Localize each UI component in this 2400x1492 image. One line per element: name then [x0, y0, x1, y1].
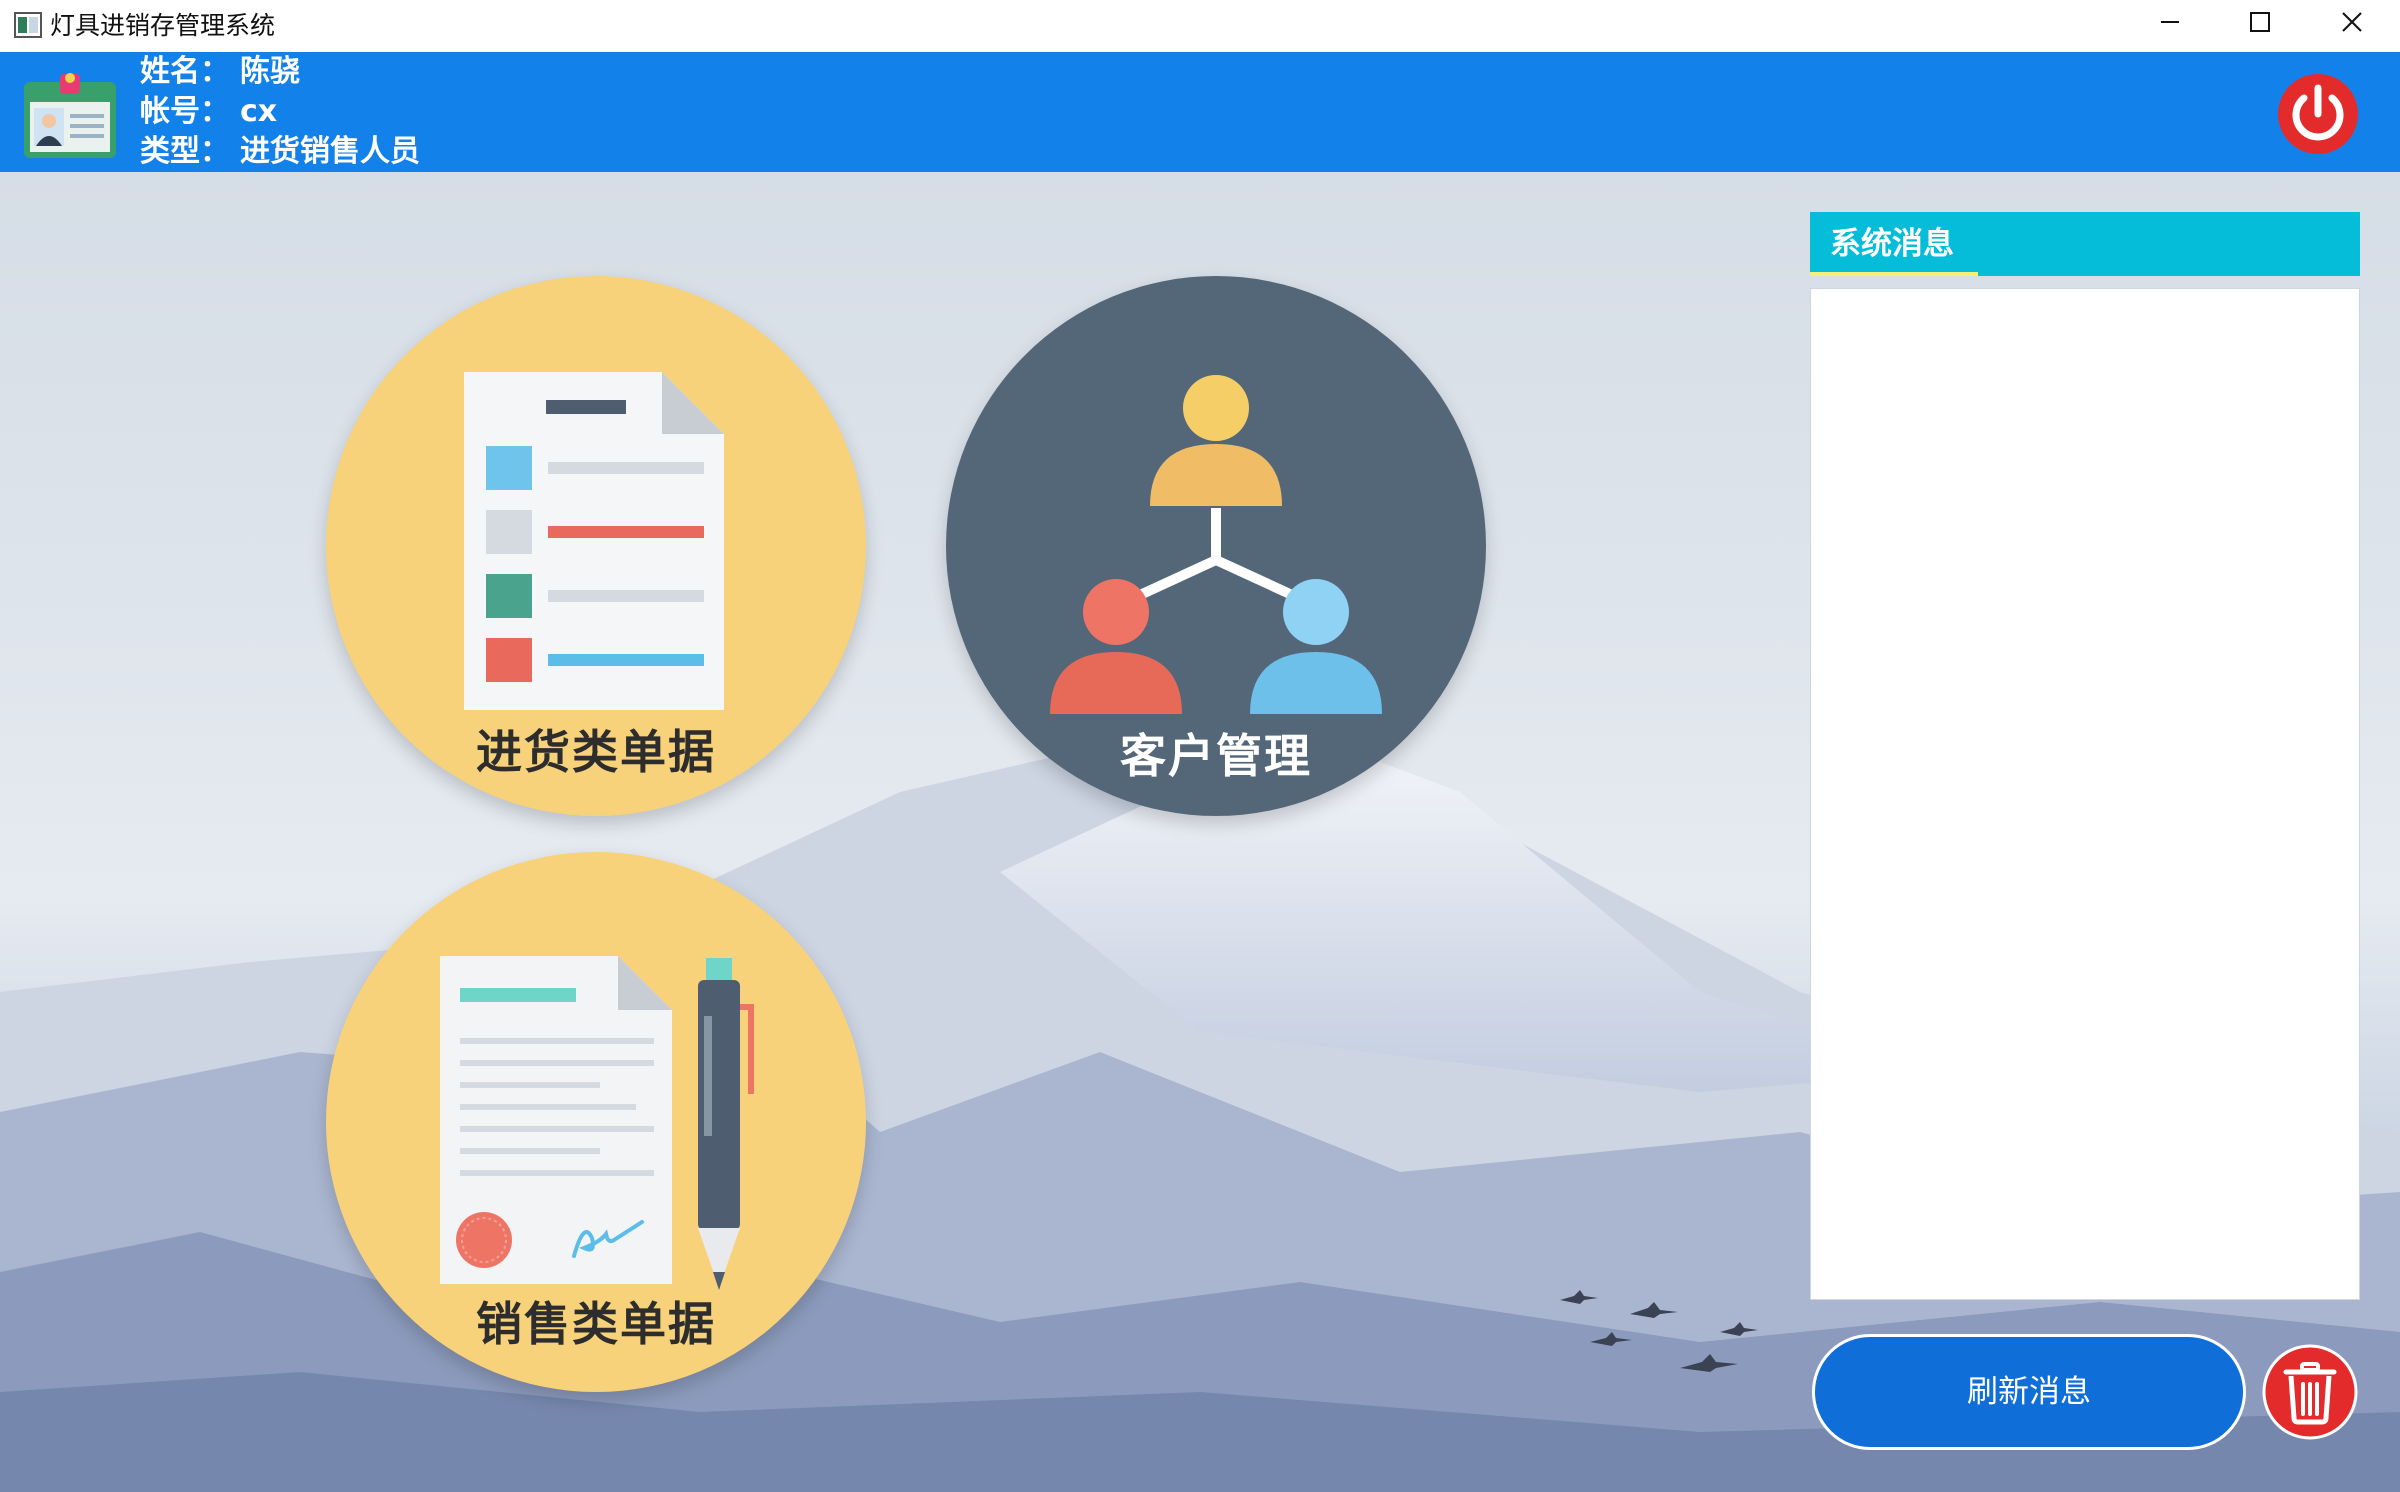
- sales-documents-module[interactable]: 销售类单据: [326, 852, 866, 1392]
- type-label: 类型：: [140, 134, 230, 169]
- messages-list[interactable]: [1810, 288, 2360, 1300]
- main-area: 进货类单据 客户管理 销售类单据 系统消息 刷新消息: [0, 172, 2400, 1492]
- maximize-icon: [2250, 12, 2270, 32]
- clear-messages-button[interactable]: [2262, 1344, 2358, 1440]
- minimize-button[interactable]: [2124, 0, 2216, 44]
- name-label: 姓名：: [140, 54, 230, 89]
- close-button[interactable]: [2306, 0, 2398, 44]
- power-button[interactable]: [2276, 72, 2360, 156]
- trash-icon: [2283, 1362, 2337, 1425]
- window-titlebar: 灯具进销存管理系统: [0, 0, 2400, 52]
- messages-title: 系统消息: [1830, 226, 1954, 262]
- messages-title-underline: [1810, 272, 1978, 276]
- user-account: cx: [240, 94, 278, 129]
- close-icon: [2342, 12, 2362, 32]
- window-title: 灯具进销存管理系统: [50, 11, 276, 40]
- user-header: 姓名： 陈骁 帐号： cx 类型： 进货销售人员: [0, 52, 2400, 172]
- account-label: 帐号：: [140, 94, 230, 129]
- user-name: 陈骁: [240, 54, 300, 89]
- id-badge-icon: [24, 73, 116, 158]
- maximize-button[interactable]: [2214, 0, 2306, 44]
- user-type: 进货销售人员: [240, 134, 420, 169]
- purchase-documents-module[interactable]: 进货类单据: [326, 276, 866, 816]
- sales-documents-label: 销售类单据: [476, 1297, 716, 1351]
- app-icon: [14, 12, 42, 38]
- minimize-icon: [2161, 21, 2179, 23]
- purchase-documents-label: 进货类单据: [476, 725, 716, 779]
- refresh-messages-button[interactable]: 刷新消息: [1812, 1334, 2246, 1450]
- customer-management-module[interactable]: 客户管理: [946, 276, 1486, 816]
- messages-header: 系统消息: [1810, 212, 2360, 276]
- customer-management-label: 客户管理: [1120, 729, 1312, 783]
